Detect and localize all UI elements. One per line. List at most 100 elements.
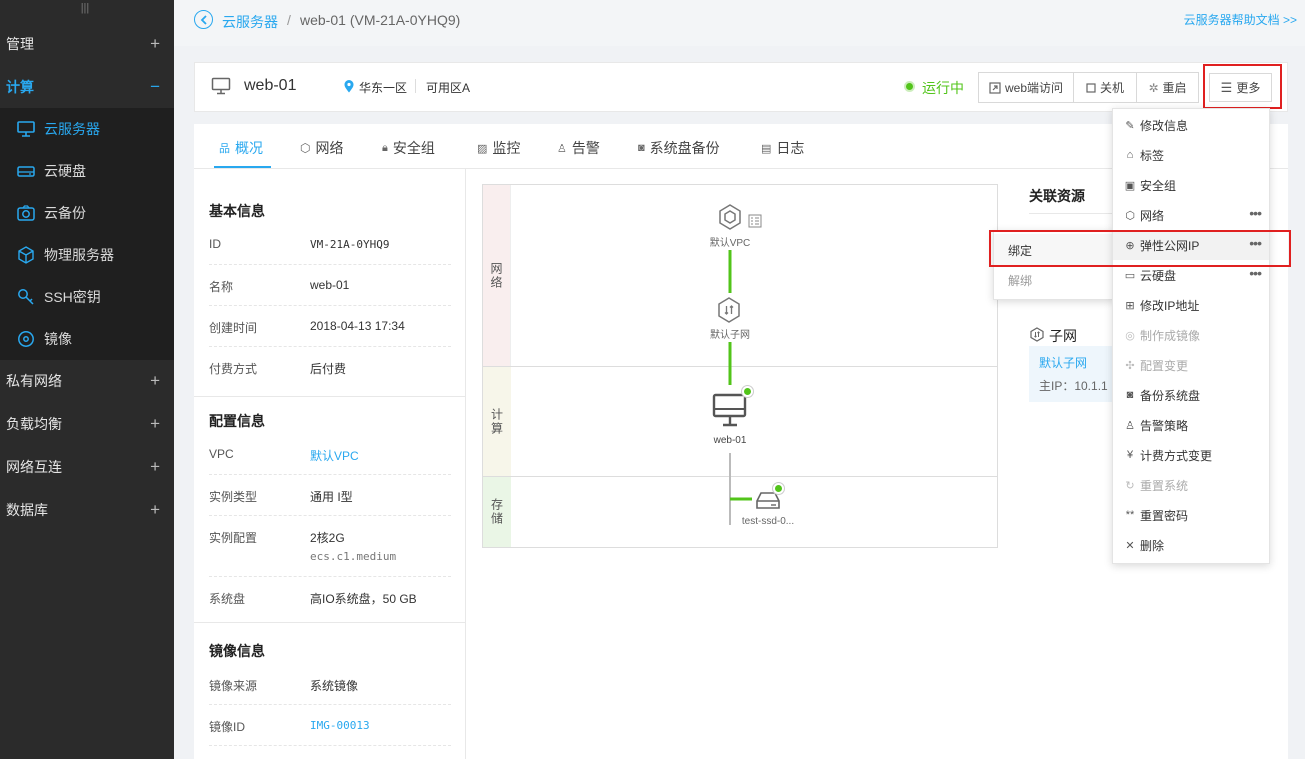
menu-item-label: 重置系统 <box>1140 478 1189 493</box>
vpc-hexagon-icon[interactable] <box>718 204 742 230</box>
menu-item-network[interactable]: ⬡ 网络 ••• <box>1113 200 1269 230</box>
basic-info-title: 基本信息 <box>209 203 265 219</box>
zone-storage: 存储 <box>483 477 511 547</box>
menu-item-change-ip[interactable]: ⊞ 修改IP地址 <box>1113 290 1269 320</box>
menu-item-label: 制作成镜像 <box>1140 328 1201 343</box>
sidebar-group-label: 负载均衡 <box>6 415 62 432</box>
tab-system-disk-backup[interactable]: ◙ 系统盘备份 <box>638 138 720 158</box>
tab-overview[interactable]: 品 概况 <box>219 138 263 158</box>
zone-network: 网络 <box>483 185 511 366</box>
menu-item-reset-system[interactable]: ↻ 重置系统 <box>1113 470 1269 500</box>
tab-alarm[interactable]: ♙ 告警 <box>557 138 600 158</box>
location-pin-icon <box>344 80 354 93</box>
more-dots-icon[interactable]: ••• <box>1249 206 1262 220</box>
zone-compute: 计算 <box>483 367 511 476</box>
tab-monitor[interactable]: ▨ 监控 <box>477 138 520 158</box>
tab-label: 安全组 <box>392 140 435 156</box>
related-subnet-link[interactable]: 默认子网 <box>1039 354 1087 371</box>
config-info-title: 配置信息 <box>209 413 265 429</box>
menu-item-label: 修改信息 <box>1140 118 1189 133</box>
lock-icon: 🔒︎ <box>382 141 388 154</box>
restart-button[interactable]: ✲ 重启 <box>1136 72 1199 103</box>
cube-icon <box>16 245 36 265</box>
sidebar-group-label: 私有网络 <box>6 372 62 389</box>
eip-unbind-label: 解绑 <box>1008 273 1033 288</box>
menu-item-backup-system-disk[interactable]: ◙ 备份系统盘 <box>1113 380 1269 410</box>
menu-item-label: 告警策略 <box>1140 418 1189 433</box>
subnet-hexagon-icon[interactable] <box>717 297 741 323</box>
sidebar-item-label: 云硬盘 <box>44 163 86 179</box>
region-divider <box>415 79 416 93</box>
row-divider <box>209 305 451 306</box>
sidebar-group-compute[interactable]: 计算 − <box>0 65 174 108</box>
back-button[interactable] <box>194 10 213 29</box>
sidebar-item-image[interactable]: 镜像 <box>0 318 174 360</box>
square-icon <box>1086 82 1096 93</box>
sidebar-item-physical-server[interactable]: 物理服务器 <box>0 234 174 276</box>
instance-type-label: 实例类型 <box>209 490 258 504</box>
menu-item-config-change[interactable]: ✣ 配置变更 <box>1113 350 1269 380</box>
menu-item-icon: ▣ <box>1124 179 1136 192</box>
tab-security-group[interactable]: 🔒︎ 安全组 <box>382 138 435 158</box>
disc-icon <box>16 329 36 349</box>
menu-item-icon: ◎ <box>1125 329 1135 342</box>
menu-item-icon: ¥ <box>1126 449 1134 461</box>
image-id-link[interactable]: IMG-00013 <box>310 719 370 732</box>
sitemap-icon: 品 <box>219 143 230 155</box>
menu-item-label: 计费方式变更 <box>1140 448 1213 463</box>
breadcrumb-separator: / <box>287 12 291 28</box>
tab-label: 系统盘备份 <box>649 140 720 156</box>
disk-status-dot-icon <box>773 483 784 494</box>
menu-item-alarm-policy[interactable]: ♙ 告警策略 <box>1113 410 1269 440</box>
sidebar-item-cloud-server[interactable]: 云服务器 <box>0 108 174 150</box>
menu-item-label: 安全组 <box>1140 178 1177 193</box>
instance-spec-value: 2核2G <box>310 531 345 545</box>
web-access-button[interactable]: web端访问 <box>978 72 1074 103</box>
menu-item-tags[interactable]: ⌂ 标签 <box>1113 140 1269 170</box>
tab-network[interactable]: ⬡ 网络 <box>300 138 343 158</box>
expand-icon: + <box>150 456 160 476</box>
vpc-link[interactable]: 默认VPC <box>310 447 359 464</box>
menu-item-reset-password[interactable]: ** 重置密码 <box>1113 500 1269 530</box>
menu-item-billing-change[interactable]: ¥ 计费方式变更 <box>1113 440 1269 470</box>
sidebar-item-cloud-backup[interactable]: 云备份 <box>0 192 174 234</box>
help-doc-link[interactable]: 云服务器帮助文档 >> <box>1184 11 1297 28</box>
sidebar-group-load-balancer[interactable]: 负载均衡 + <box>0 402 174 445</box>
server-monitor-icon[interactable] <box>712 392 748 428</box>
sidebar-group-interconnect[interactable]: 网络互连 + <box>0 445 174 488</box>
sidebar-group-label: 数据库 <box>6 501 48 518</box>
shutdown-button[interactable]: 关机 <box>1073 72 1137 103</box>
menu-item-edit-info[interactable]: ✎ 修改信息 <box>1113 110 1269 140</box>
sidebar-group-vpc[interactable]: 私有网络 + <box>0 359 174 402</box>
menu-item-security-group[interactable]: ▣ 安全组 <box>1113 170 1269 200</box>
shutdown-label: 关机 <box>1099 81 1124 95</box>
menu-item-icon: ⬡ <box>1125 209 1135 222</box>
tab-label: 监控 <box>492 140 521 156</box>
document-icon: ▤ <box>761 142 772 155</box>
image-source-label: 镜像来源 <box>209 679 258 693</box>
breadcrumb-parent[interactable]: 云服务器 <box>222 12 278 32</box>
menu-item-delete[interactable]: ✕ 删除 <box>1113 530 1269 560</box>
server-status-dot-icon <box>742 386 753 397</box>
menu-item-icon: ⌂ <box>1126 149 1134 161</box>
vpc-label: VPC <box>209 447 234 461</box>
row-divider <box>209 704 451 705</box>
tab-log[interactable]: ▤ 日志 <box>761 138 804 158</box>
sidebar-item-ssh-key[interactable]: SSH密钥 <box>0 276 174 318</box>
info-column <box>194 169 466 759</box>
sidebar-group-manage[interactable]: 管理 + <box>0 22 174 65</box>
eip-unbind-item[interactable]: 解绑 <box>994 265 1112 295</box>
menu-item-icon: ⊞ <box>1125 299 1135 312</box>
expand-icon: + <box>150 413 160 433</box>
related-resources-title: 关联资源 <box>1029 188 1085 204</box>
sidebar-item-label: 云服务器 <box>44 121 100 137</box>
instance-spec-label: 实例配置 <box>209 531 258 545</box>
menu-item-label: 网络 <box>1140 208 1165 223</box>
sidebar-item-cloud-disk[interactable]: 云硬盘 <box>0 150 174 192</box>
web-access-label: web端访问 <box>1004 81 1063 95</box>
more-dots-icon[interactable]: ••• <box>1249 266 1262 280</box>
menu-item-create-image[interactable]: ◎ 制作成镜像 <box>1113 320 1269 350</box>
sidebar-group-database[interactable]: 数据库 + <box>0 488 174 531</box>
breadcrumb-current-name: web-01 <box>300 12 346 28</box>
sidebar-collapse-handle[interactable]: ||| <box>78 3 92 14</box>
